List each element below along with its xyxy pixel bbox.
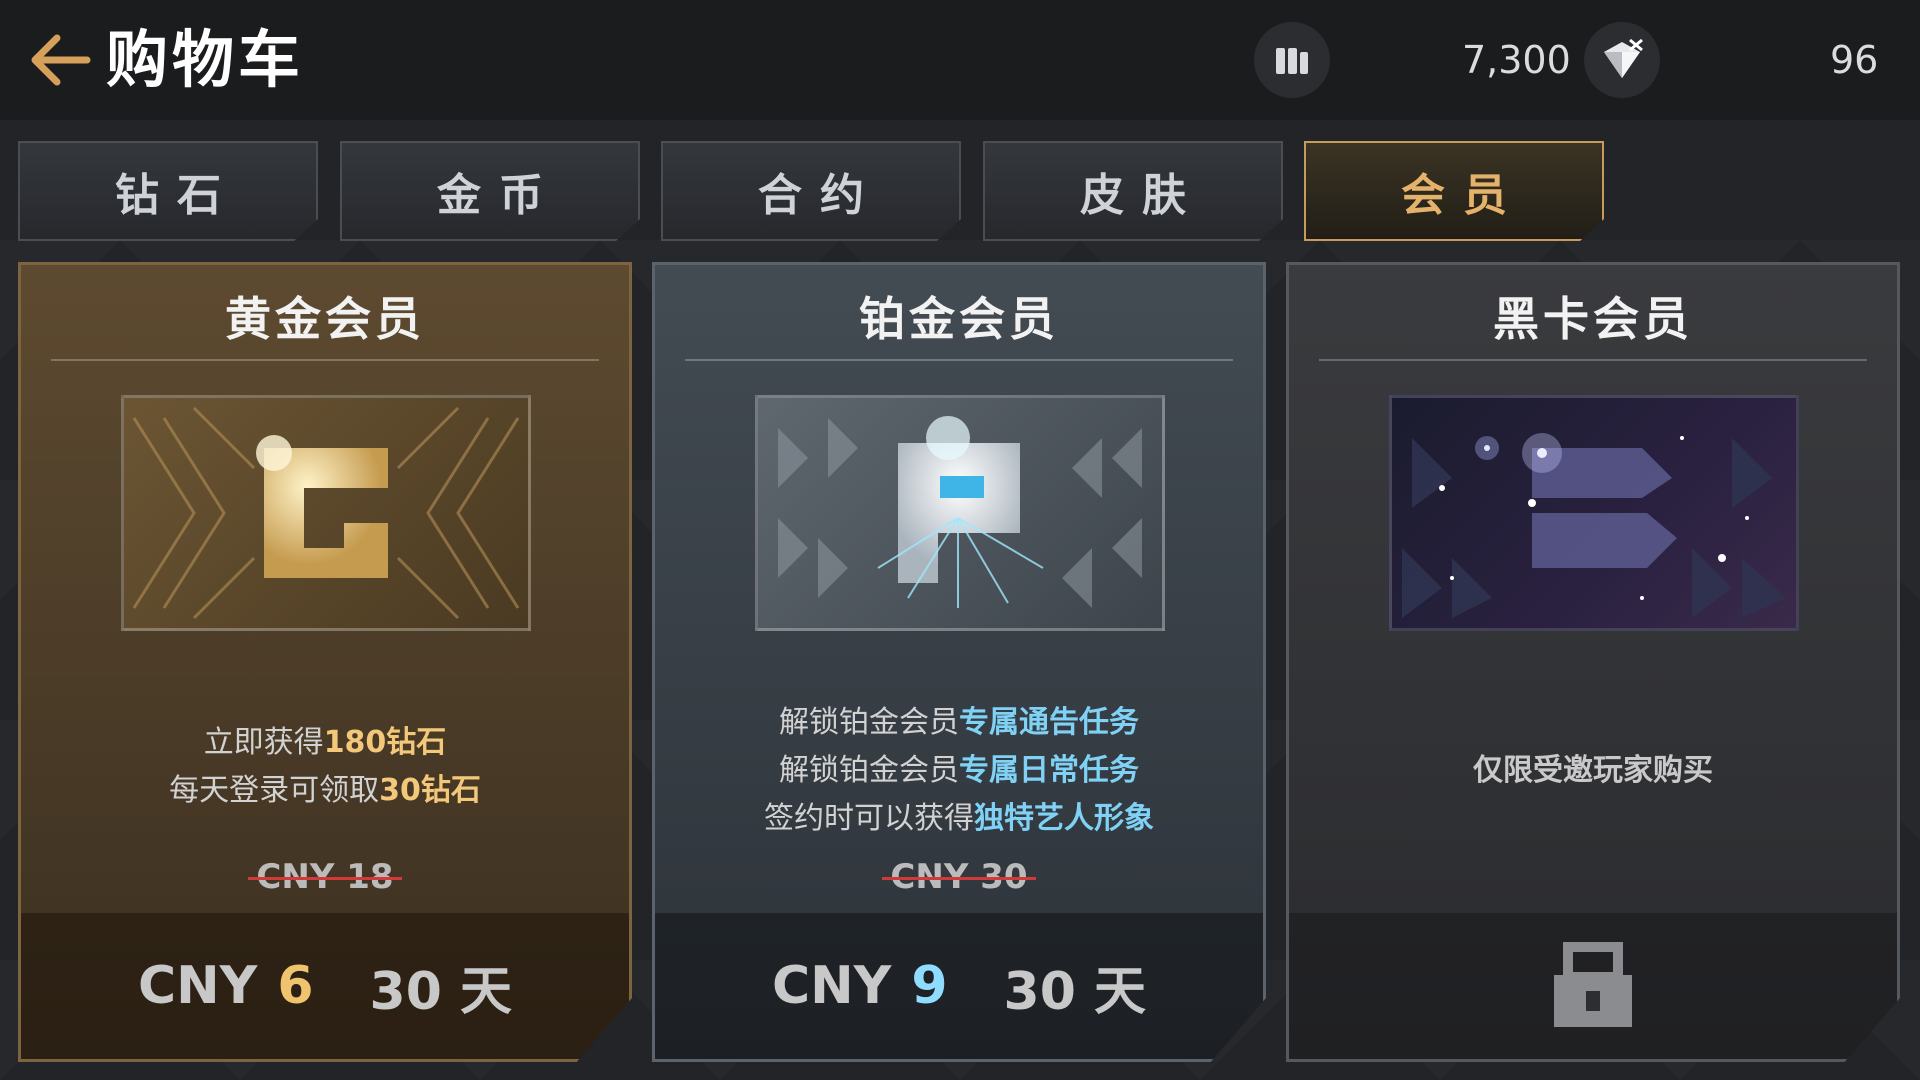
gold-original-price: CNY 18: [248, 857, 402, 897]
coins-value: 7,300: [1462, 38, 1571, 82]
card-title: 黑卡会员: [1493, 292, 1693, 346]
tab-skins[interactable]: 皮肤: [983, 141, 1283, 241]
gold-card-emblem: [121, 395, 531, 631]
platinum-benefit-line-1: 解锁铂金会员专属通告任务: [779, 705, 1139, 740]
platinum-original-price: CNY 30: [882, 857, 1036, 897]
platinum-benefit-line-3: 签约时可以获得独特艺人形象: [764, 801, 1154, 836]
diamond-value: 96: [1830, 38, 1879, 82]
category-tabs: 钻石 金币 合约 皮肤 会员: [18, 141, 1618, 243]
lock-icon: [1554, 942, 1632, 1027]
gold-buy-button[interactable]: CNY 6 30 天: [21, 913, 629, 1059]
divider: [685, 359, 1233, 361]
platinum-card-emblem: [755, 395, 1165, 631]
back-button[interactable]: [24, 30, 94, 90]
tab-contracts[interactable]: 合约: [661, 141, 961, 241]
card-title: 铂金会员: [859, 292, 1059, 346]
tab-gold-coins[interactable]: 金币: [340, 141, 640, 241]
diamond-icon[interactable]: [1584, 22, 1660, 98]
tab-diamonds[interactable]: 钻石: [18, 141, 318, 241]
platinum-buy-button[interactable]: CNY 9 30 天: [655, 913, 1263, 1059]
coins-icon[interactable]: [1254, 22, 1330, 98]
divider: [1319, 359, 1867, 361]
tab-membership[interactable]: 会员: [1304, 141, 1604, 241]
black-card-emblem: [1389, 395, 1799, 631]
gold-benefit-line-1: 立即获得180钻石: [203, 725, 447, 760]
back-arrow-icon: [31, 34, 91, 86]
black-card-locked-area: [1289, 913, 1897, 1059]
gold-benefit-line-2: 每天登录可领取30钻石: [169, 773, 481, 808]
card-title: 黄金会员: [225, 292, 425, 346]
black-membership-card: 黑卡会员 仅限受邀玩家购买: [1286, 262, 1900, 1062]
page-title: 购物车: [106, 23, 305, 96]
platinum-membership-card[interactable]: 铂金会员 解锁铂金会员专属通告任务 解锁铂金会员专属日常任务 签约时可以获得独特…: [652, 262, 1266, 1062]
platinum-benefit-line-2: 解锁铂金会员专属日常任务: [779, 753, 1139, 788]
gold-membership-card[interactable]: 黄金会员 立即获得180钻石 每天登录可领取30钻石 CNY 18 CNY 6 …: [18, 262, 632, 1062]
top-bar: 购物车 7,300 96: [0, 0, 1920, 120]
black-card-notice: 仅限受邀玩家购买: [1473, 753, 1713, 788]
divider: [51, 359, 599, 361]
